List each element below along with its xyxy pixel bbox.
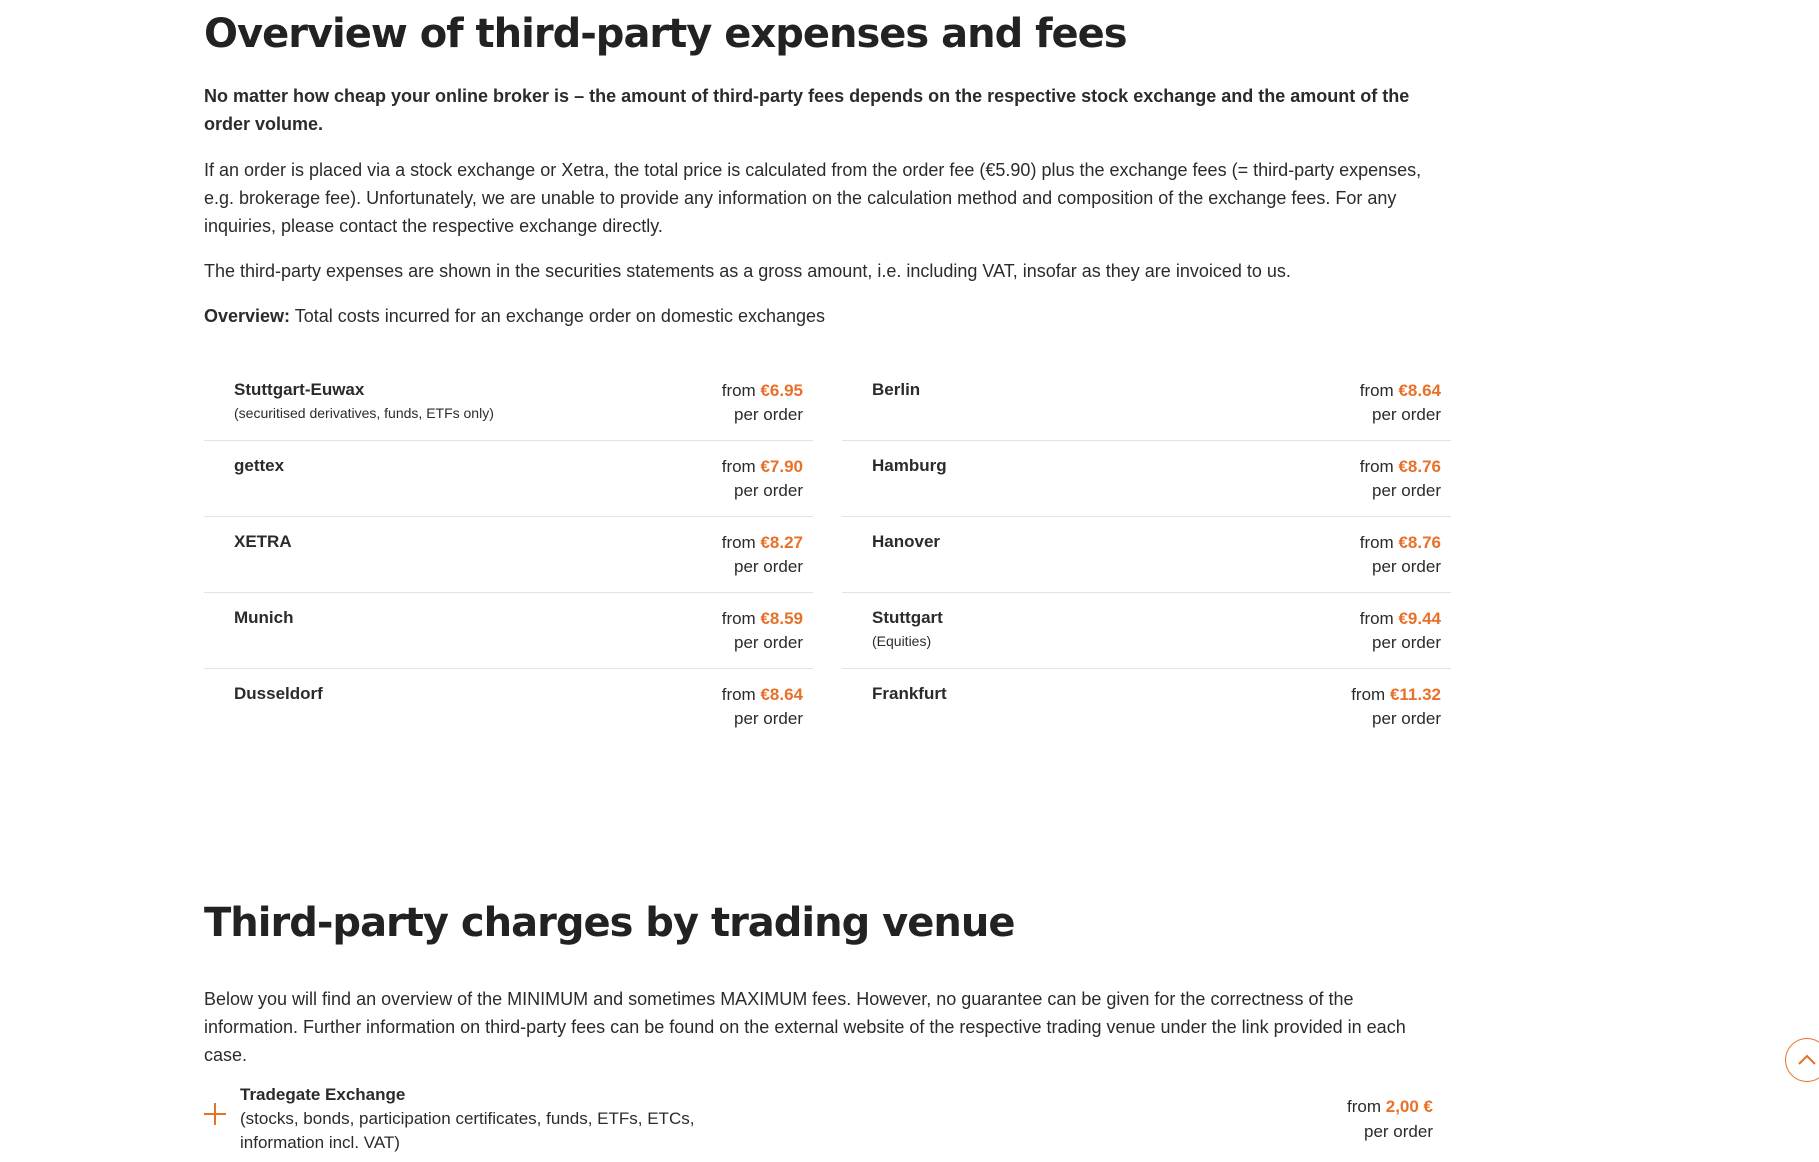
exchange-name: Frankfurt xyxy=(872,684,947,703)
exchange-price: from €8.64 per order xyxy=(721,685,803,728)
exchange-name: Dusseldorf xyxy=(234,684,323,703)
section-title-venues: Third-party charges by trading venue xyxy=(204,900,1015,946)
paragraph-vat: The third-party expenses are shown in th… xyxy=(204,261,1291,281)
exchange-cost-grid: Stuttgart-Euwax (securitised derivatives,… xyxy=(204,365,1451,745)
price-amount: €7.90 xyxy=(760,457,803,476)
price-amount: €8.64 xyxy=(1398,381,1441,400)
exchange-row: Munich from €8.59 per order xyxy=(204,593,813,669)
venue-name: Tradegate Exchange xyxy=(240,1085,406,1104)
exchange-note: (Equities) xyxy=(872,633,932,649)
exchange-name: Berlin xyxy=(872,380,921,399)
exchange-row: Stuttgart (Equities) from €9.44 per order xyxy=(842,593,1451,669)
exchange-name: Hanover xyxy=(872,532,941,551)
venues-intro: Below you will find an overview of the M… xyxy=(204,989,1406,1065)
venue-accordion-tradegate[interactable]: Tradegate Exchange (stocks, bonds, parti… xyxy=(204,1082,1451,1162)
exchange-note: (securitised derivatives, funds, ETFs on… xyxy=(234,405,494,421)
overview-text: Total costs incurred for an exchange ord… xyxy=(290,306,826,326)
venue-note: (stocks, bonds, participation certificat… xyxy=(240,1109,695,1152)
exchange-name: Hamburg xyxy=(872,456,947,475)
plus-icon[interactable] xyxy=(204,1103,226,1125)
price-amount: €11.32 xyxy=(1389,685,1441,704)
exchange-name: Munich xyxy=(234,608,294,627)
paragraph-order-fee: If an order is placed via a stock exchan… xyxy=(204,160,1422,236)
price-amount: €8.64 xyxy=(760,685,803,704)
venue-price: from 2,00 € per order xyxy=(1347,1097,1433,1141)
price-amount: €8.59 xyxy=(760,609,803,628)
venue-header: Tradegate Exchange (stocks, bonds, parti… xyxy=(240,1082,760,1155)
price-amount: €8.27 xyxy=(760,533,803,552)
exchange-price: from €9.44 per order xyxy=(1359,609,1441,652)
exchange-row: gettex from €7.90 per order xyxy=(204,441,813,517)
exchange-price: from €7.90 per order xyxy=(721,457,803,500)
exchange-row: Hanover from €8.76 per order xyxy=(842,517,1451,593)
lead-text: No matter how cheap your online broker i… xyxy=(204,86,1410,134)
exchange-name: Stuttgart xyxy=(872,608,943,627)
exchange-price: from €8.64 per order xyxy=(1359,381,1441,424)
exchange-price: from €11.32 per order xyxy=(1351,685,1441,728)
price-amount: €8.76 xyxy=(1398,533,1441,552)
price-amount: €6.95 xyxy=(760,381,803,400)
exchange-column-left: Stuttgart-Euwax (securitised derivatives,… xyxy=(204,365,813,745)
exchange-row: Hamburg from €8.76 per order xyxy=(842,441,1451,517)
exchange-row: Dusseldorf from €8.64 per order xyxy=(204,669,813,745)
exchange-column-right: Berlin from €8.64 per order Hamburg from … xyxy=(842,365,1451,745)
scroll-to-top-button[interactable] xyxy=(1785,1038,1819,1082)
chevron-up-icon xyxy=(1798,1054,1816,1065)
overview-label: Overview: xyxy=(204,306,291,326)
exchange-row: Stuttgart-Euwax (securitised derivatives,… xyxy=(204,365,813,441)
exchange-row: Frankfurt from €11.32 per order xyxy=(842,669,1451,745)
exchange-name: XETRA xyxy=(234,532,292,551)
exchange-price: from €6.95 per order xyxy=(721,381,803,424)
price-amount: €8.76 xyxy=(1398,457,1441,476)
exchange-name: gettex xyxy=(234,456,285,475)
price-amount: €9.44 xyxy=(1398,609,1441,628)
exchange-name: Stuttgart-Euwax xyxy=(234,380,365,399)
price-amount: 2,00 € xyxy=(1385,1097,1433,1116)
exchange-price: from €8.59 per order xyxy=(721,609,803,652)
exchange-price: from €8.76 per order xyxy=(1359,533,1441,576)
exchange-row: Berlin from €8.64 per order xyxy=(842,365,1451,441)
section-title: Overview of third-party expenses and fee… xyxy=(204,11,1128,57)
exchange-row: XETRA from €8.27 per order xyxy=(204,517,813,593)
overview-line: Overview: Total costs incurred for an ex… xyxy=(204,302,1451,330)
exchange-price: from €8.76 per order xyxy=(1359,457,1441,500)
exchange-price: from €8.27 per order xyxy=(721,533,803,576)
